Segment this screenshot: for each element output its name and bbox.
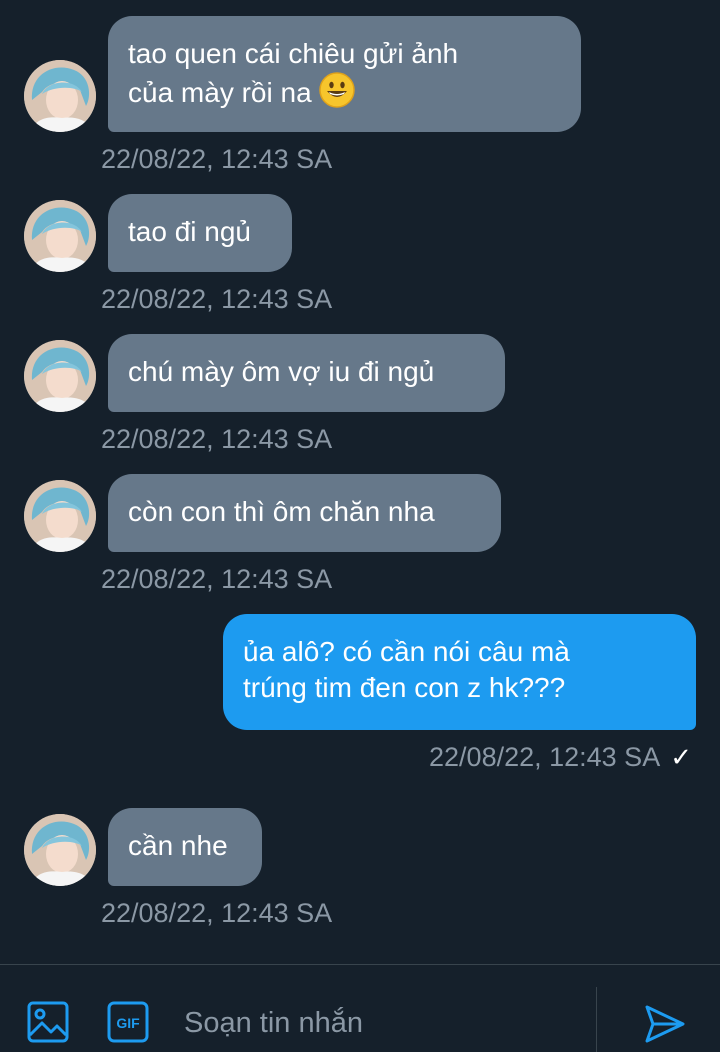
message-timestamp-row: 22/08/22, 12:43 SA ✓: [429, 741, 692, 773]
message-timestamp: 22/08/22, 12:43 SA: [101, 144, 333, 174]
incoming-message-bubble[interactable]: còn con thì ôm chăn nha: [108, 474, 501, 552]
message-timestamp: 22/08/22, 12:43 SA: [101, 424, 333, 454]
composer-divider: [596, 987, 597, 1052]
avatar[interactable]: [24, 200, 96, 272]
message-text: còn con thì ôm chăn nha: [128, 496, 435, 527]
avatar[interactable]: [24, 60, 96, 132]
grinning-face-icon: [319, 72, 356, 117]
image-icon[interactable]: [27, 1001, 69, 1048]
avatar[interactable]: [24, 480, 96, 552]
message-text: tao đi ngủ: [128, 216, 251, 247]
message-text-line: tao quen cái chiêu gửi ảnh: [128, 38, 459, 69]
message-composer: GIF Soạn tin nhắn: [0, 964, 720, 1052]
incoming-message-bubble[interactable]: cần nhe: [108, 808, 262, 886]
message-timestamp: 22/08/22, 12:43 SA: [429, 742, 661, 772]
message-timestamp: 22/08/22, 12:43 SA: [101, 564, 333, 594]
message-timestamp: 22/08/22, 12:43 SA: [101, 284, 333, 314]
incoming-message-bubble[interactable]: chú mày ôm vợ iu đi ngủ: [108, 334, 505, 412]
message-input[interactable]: Soạn tin nhắn: [184, 1007, 363, 1040]
message-text-line: trúng tim đen con z hk???: [243, 672, 566, 703]
avatar[interactable]: [24, 340, 96, 412]
send-icon[interactable]: [644, 1003, 686, 1050]
message-text-line: ủa alô? có cần nói câu mà: [243, 636, 570, 667]
dm-conversation: tao quen cái chiêu gửi ảnh của mày rồi n…: [0, 0, 720, 1052]
incoming-message-bubble[interactable]: tao quen cái chiêu gửi ảnh của mày rồi n…: [108, 16, 581, 132]
message-text-line: của mày rồi na: [128, 77, 312, 108]
avatar[interactable]: [24, 814, 96, 886]
incoming-message-bubble[interactable]: tao đi ngủ: [108, 194, 292, 272]
message-text: chú mày ôm vợ iu đi ngủ: [128, 356, 435, 387]
sent-check-icon: ✓: [670, 742, 692, 772]
gif-icon[interactable]: GIF: [107, 1001, 149, 1048]
message-timestamp: 22/08/22, 12:43 SA: [101, 898, 333, 928]
gif-label: GIF: [116, 1015, 140, 1031]
outgoing-message-bubble[interactable]: ủa alô? có cần nói câu mà trúng tim đen …: [223, 614, 696, 730]
message-text: cần nhe: [128, 830, 228, 861]
